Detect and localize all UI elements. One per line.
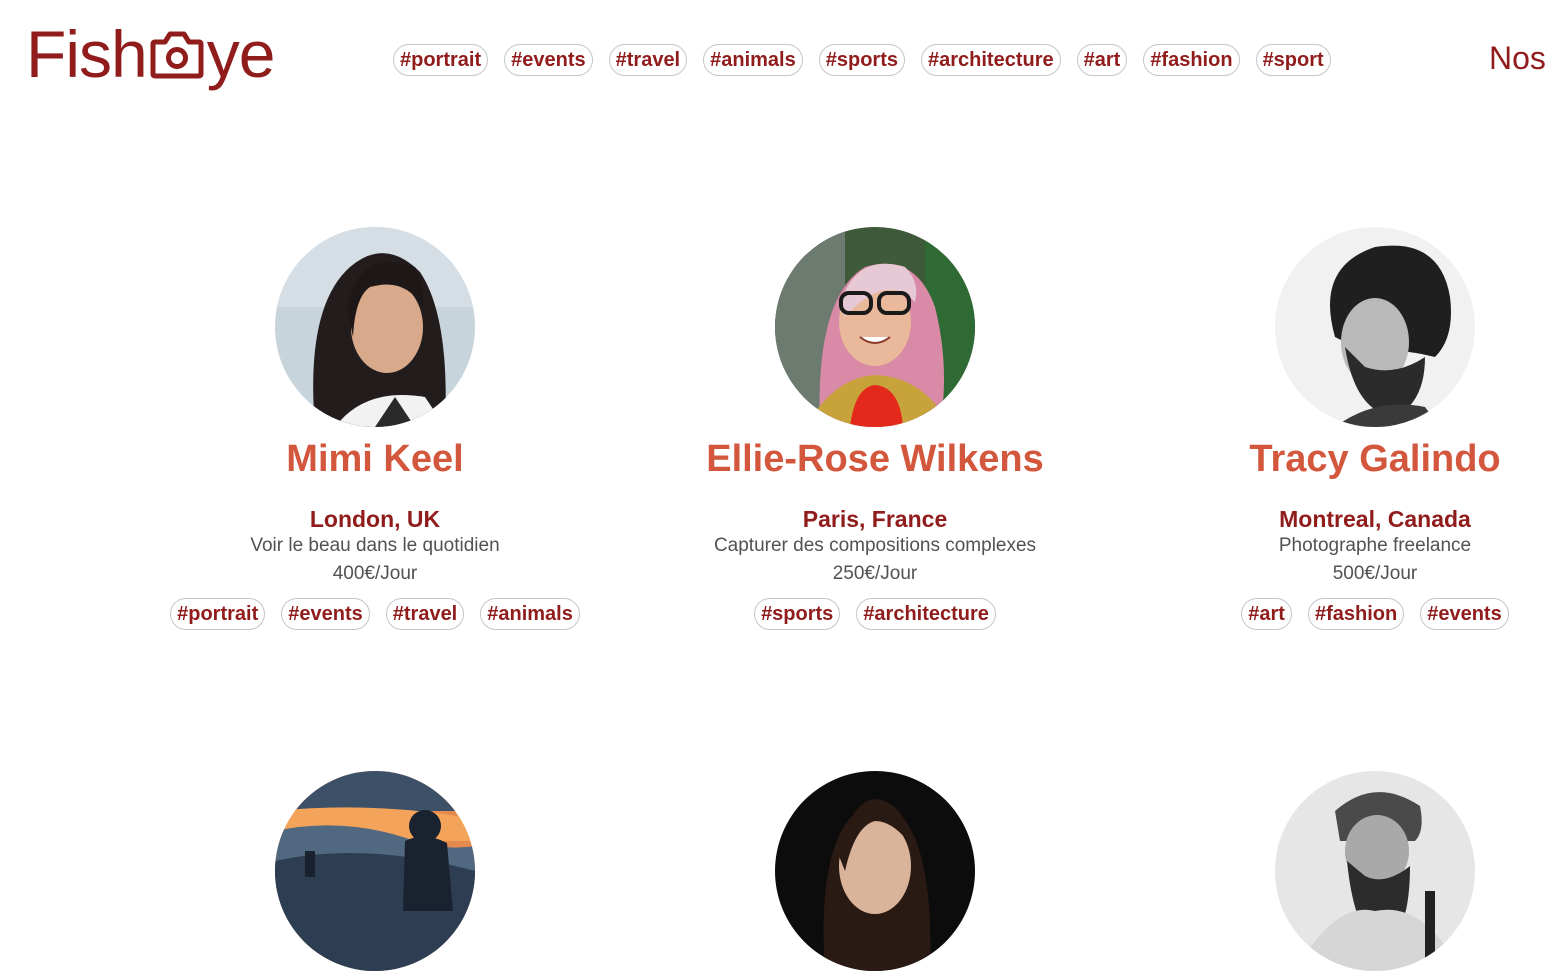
photographer-card bbox=[125, 771, 625, 971]
photographer-tagline: Voir le beau dans le quotidien bbox=[250, 535, 500, 556]
photographer-card: Mimi Keel London, UK Voir le beau dans l… bbox=[125, 227, 625, 630]
camera-icon bbox=[149, 24, 205, 79]
nav-tag-fashion[interactable]: #fashion bbox=[1143, 44, 1240, 76]
card-tag-fashion[interactable]: #fashion bbox=[1307, 598, 1405, 630]
card-tag-sports[interactable]: #sports bbox=[754, 598, 841, 630]
card-tag-animals[interactable]: #animals bbox=[480, 598, 580, 630]
photographer-card bbox=[1125, 771, 1550, 971]
nav-tag-art[interactable]: #art bbox=[1076, 44, 1128, 76]
nav-tag-portrait[interactable]: #portrait bbox=[393, 44, 489, 76]
tag-filter-nav: #portrait #events #travel #animals #spor… bbox=[393, 44, 1347, 76]
photographer-price: 400€/Jour bbox=[332, 563, 418, 584]
photographer-tagline: Capturer des compositions complexes bbox=[713, 535, 1037, 556]
photographer-card bbox=[625, 771, 1125, 971]
photographer-name[interactable]: Tracy Galindo bbox=[1125, 437, 1550, 481]
card-tag-art[interactable]: #art bbox=[1241, 598, 1292, 630]
logo-text-start: Fish bbox=[26, 17, 148, 91]
nav-tag-animals[interactable]: #animals bbox=[703, 44, 803, 76]
photographer-avatar[interactable] bbox=[775, 771, 975, 971]
card-tag-architecture[interactable]: #architecture bbox=[856, 598, 996, 630]
card-tag-events[interactable]: #events bbox=[281, 598, 370, 630]
photographer-location: Montreal, Canada bbox=[1279, 506, 1471, 532]
logo-text-end: ye bbox=[206, 17, 276, 91]
card-tag-portrait[interactable]: #portrait bbox=[170, 598, 266, 630]
photographer-name[interactable]: Mimi Keel bbox=[125, 437, 625, 481]
nav-tag-sports[interactable]: #sports bbox=[818, 44, 905, 76]
photographer-card: Tracy Galindo Montreal, Canada Photograp… bbox=[1125, 227, 1550, 630]
photographer-avatar[interactable] bbox=[1275, 771, 1475, 971]
card-tag-events[interactable]: #events bbox=[1420, 598, 1509, 630]
card-tag-travel[interactable]: #travel bbox=[385, 598, 465, 630]
photographer-tags: #art #fashion #events bbox=[1125, 598, 1550, 630]
page-heading: Nos bbox=[1489, 40, 1546, 76]
fisheye-logo[interactable]: Fish ye bbox=[26, 14, 276, 94]
photographer-avatar[interactable] bbox=[775, 227, 975, 427]
nav-tag-travel[interactable]: #travel bbox=[608, 44, 688, 76]
nav-tag-events[interactable]: #events bbox=[504, 44, 593, 76]
photographer-price: 250€/Jour bbox=[832, 563, 918, 584]
photographer-location: Paris, France bbox=[802, 506, 948, 532]
photographer-avatar[interactable] bbox=[275, 771, 475, 971]
photographer-tags: #portrait #events #travel #animals bbox=[125, 598, 625, 630]
photographer-location: London, UK bbox=[309, 506, 441, 532]
photographer-card: Ellie-Rose Wilkens Paris, France Capture… bbox=[625, 227, 1125, 630]
photographer-avatar[interactable] bbox=[1275, 227, 1475, 427]
photographer-tagline: Photographe freelance bbox=[1278, 535, 1472, 556]
site-header: Fish ye #portrait #events #travel #anima… bbox=[0, 0, 1550, 110]
nav-tag-architecture[interactable]: #architecture bbox=[920, 44, 1061, 76]
nav-tag-sport[interactable]: #sport bbox=[1255, 44, 1331, 76]
photographer-avatar[interactable] bbox=[275, 227, 475, 427]
photographer-tags: #sports #architecture bbox=[625, 598, 1125, 630]
photographer-price: 500€/Jour bbox=[1332, 563, 1418, 584]
photographer-name[interactable]: Ellie-Rose Wilkens bbox=[625, 437, 1125, 481]
